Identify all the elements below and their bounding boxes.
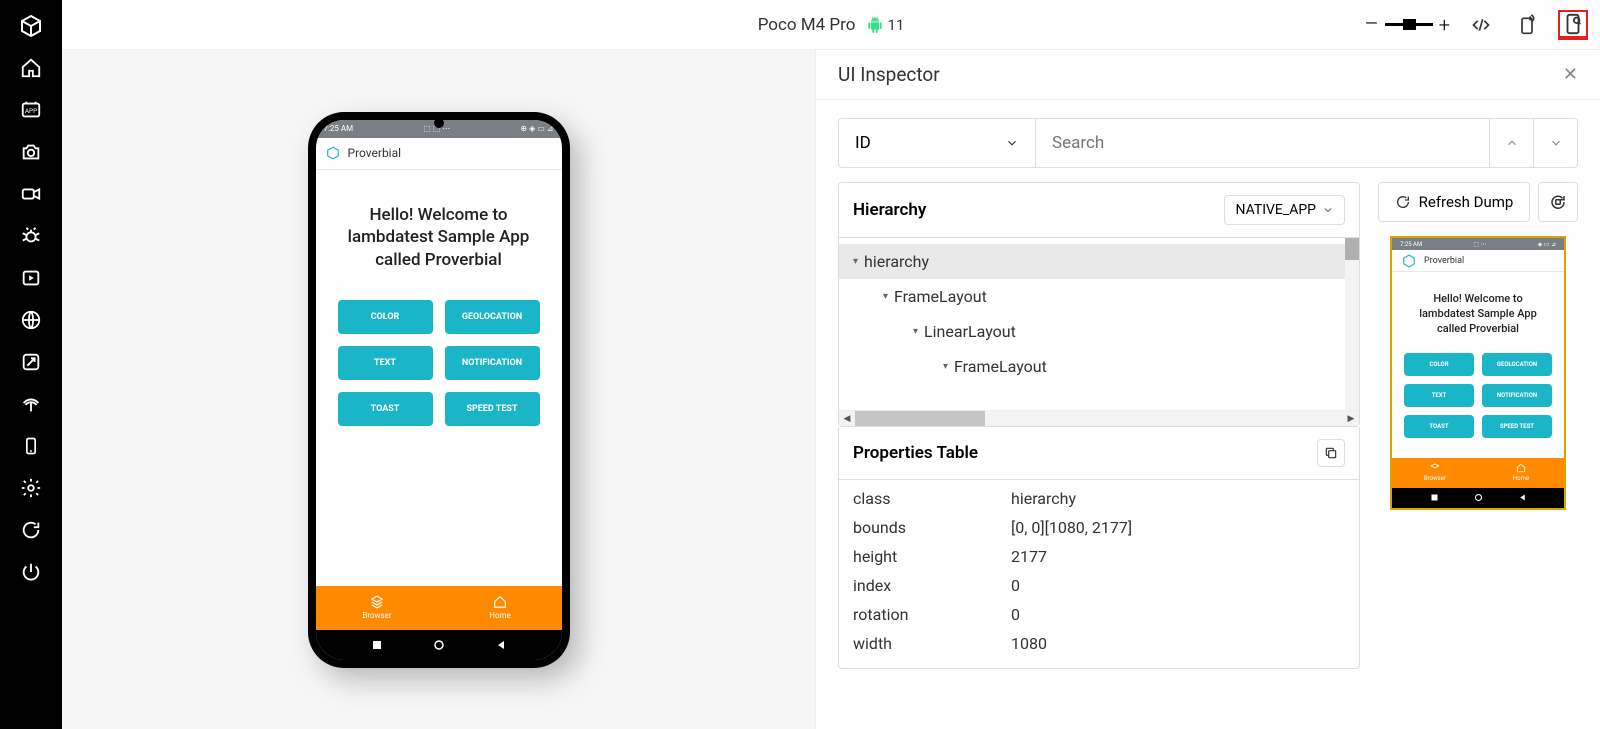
- context-select[interactable]: NATIVE_APP: [1224, 195, 1345, 225]
- tree-node[interactable]: ▾FrameLayout: [839, 349, 1359, 384]
- device-signal-icon[interactable]: [1512, 10, 1542, 40]
- bottom-nav: Browser Home: [316, 586, 562, 630]
- app-icon[interactable]: APP: [19, 98, 43, 122]
- tree-scrollbar-horizontal[interactable]: ◀▶: [839, 410, 1359, 426]
- inspector-panel: UI Inspector ✕ ID: [815, 50, 1600, 729]
- android-badge: 11: [867, 16, 904, 34]
- ui-inspector-button[interactable]: [1558, 10, 1588, 40]
- tree-node[interactable]: ▾LinearLayout: [839, 314, 1359, 349]
- zoom-control[interactable]: – +: [1364, 12, 1450, 37]
- home-icon[interactable]: [19, 56, 43, 80]
- globe-icon[interactable]: [19, 308, 43, 332]
- refresh-screenshot-button[interactable]: [1538, 182, 1578, 222]
- property-row: width1080: [853, 629, 1345, 658]
- chevron-down-icon: [1322, 204, 1334, 216]
- device-name: Poco M4 Pro: [758, 15, 856, 35]
- properties-label: Properties Table: [853, 443, 978, 463]
- gear-icon[interactable]: [19, 476, 43, 500]
- tree-node[interactable]: ▾hierarchy: [839, 244, 1359, 279]
- geolocation-button[interactable]: GEOLOCATION: [445, 300, 540, 334]
- search-input[interactable]: [1036, 118, 1490, 168]
- home-sys-icon[interactable]: [433, 639, 445, 651]
- tree-scrollbar-vertical[interactable]: [1345, 238, 1359, 410]
- bug-icon[interactable]: [19, 224, 43, 248]
- notification-button[interactable]: NOTIFICATION: [445, 346, 540, 380]
- sidebar: APP: [0, 0, 62, 729]
- inspector-screenshot[interactable]: 7:25 AM⬚ ⋯◈ ▭ ⊿ Proverbial Hello! Welcom…: [1390, 236, 1566, 510]
- hierarchy-tree: ▾hierarchy▾FrameLayout▾LinearLayout▾Fram…: [839, 238, 1359, 410]
- device-icon[interactable]: [19, 434, 43, 458]
- tree-node[interactable]: ▾FrameLayout: [839, 279, 1359, 314]
- back-icon[interactable]: [495, 639, 507, 651]
- play-icon[interactable]: [19, 266, 43, 290]
- power-icon[interactable]: [19, 560, 43, 584]
- search-prev[interactable]: [1490, 118, 1534, 168]
- copy-button[interactable]: [1317, 439, 1345, 467]
- topbar: Poco M4 Pro 11 – +: [62, 0, 1600, 50]
- logo-icon[interactable]: [19, 14, 43, 38]
- property-row: height2177: [853, 542, 1345, 571]
- property-row: rotation0: [853, 600, 1345, 629]
- color-button[interactable]: COLOR: [338, 300, 433, 334]
- video-icon[interactable]: [19, 182, 43, 206]
- location-icon[interactable]: [19, 350, 43, 374]
- close-icon[interactable]: ✕: [1563, 64, 1578, 85]
- devtools-icon[interactable]: [1466, 10, 1496, 40]
- nav-home[interactable]: Home: [439, 586, 562, 630]
- properties-table: classhierarchybounds[0, 0][1080, 2177]he…: [838, 480, 1360, 669]
- chevron-down-icon: [1005, 136, 1019, 150]
- property-row: bounds[0, 0][1080, 2177]: [853, 513, 1345, 542]
- hierarchy-label: Hierarchy: [853, 200, 926, 220]
- property-row: classhierarchy: [853, 484, 1345, 513]
- recent-icon[interactable]: [371, 639, 383, 651]
- system-nav: [316, 630, 562, 660]
- phone-frame: 7:25 AM⬚ ⬚ ⋯⊕ ◈ ▭ ⊿ Proverbial Hello! We…: [308, 112, 570, 668]
- rotate-icon[interactable]: [19, 518, 43, 542]
- locator-type-select[interactable]: ID: [838, 118, 1036, 168]
- property-row: index0: [853, 571, 1345, 600]
- button-grid: COLOR GEOLOCATION TEXT NOTIFICATION TOAS…: [332, 300, 546, 426]
- inspector-title: UI Inspector: [838, 63, 940, 86]
- nav-browser[interactable]: Browser: [316, 586, 439, 630]
- toast-button[interactable]: TOAST: [338, 392, 433, 426]
- search-next[interactable]: [1534, 118, 1578, 168]
- network-icon[interactable]: [19, 392, 43, 416]
- camera-icon[interactable]: [19, 140, 43, 164]
- app-header: Proverbial: [316, 138, 562, 170]
- speedtest-button[interactable]: SPEED TEST: [445, 392, 540, 426]
- text-button[interactable]: TEXT: [338, 346, 433, 380]
- refresh-dump-button[interactable]: Refresh Dump: [1378, 182, 1530, 222]
- welcome-text: Hello! Welcome to lambdatest Sample App …: [332, 204, 546, 273]
- device-preview: 7:25 AM⬚ ⬚ ⋯⊕ ◈ ▭ ⊿ Proverbial Hello! We…: [62, 50, 815, 729]
- svg-text:APP: APP: [25, 107, 37, 115]
